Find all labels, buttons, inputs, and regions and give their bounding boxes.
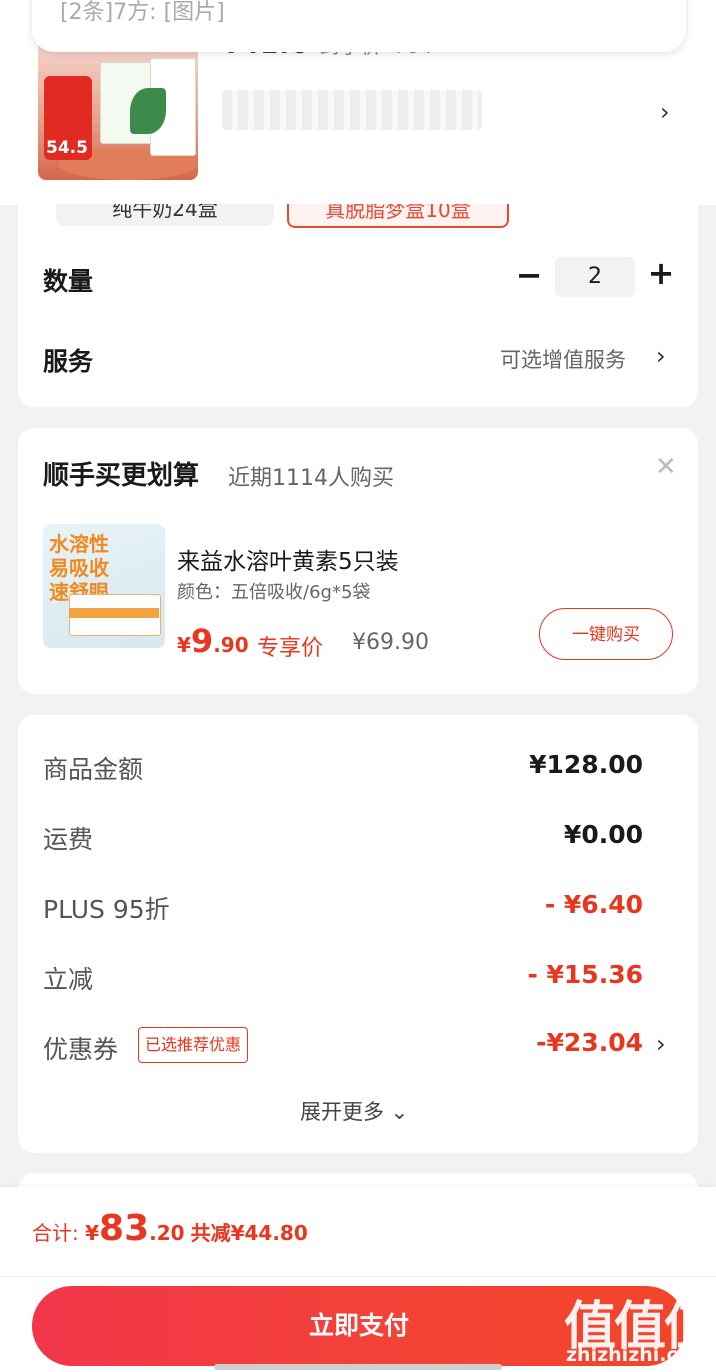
one-click-buy-button[interactable]: 一键购买 <box>539 608 673 660</box>
recommendation-subtitle: 近期1114人购买 <box>228 466 394 491</box>
chevron-right-icon[interactable]: › <box>660 98 670 126</box>
chevron-right-icon[interactable]: › <box>656 1030 666 1058</box>
home-indicator[interactable] <box>214 1364 502 1370</box>
instant-discount-value: - ¥15.36 <box>527 960 643 989</box>
total-decimal: .20 <box>149 1221 185 1245</box>
image-badge-price: 54.5 <box>46 138 88 158</box>
leaf-image <box>130 88 166 134</box>
coupon-label: 优惠券 <box>43 1035 119 1064</box>
price-decimal: .90 <box>213 633 249 657</box>
product-image[interactable]: 54.5 <box>38 38 198 180</box>
shipping-label: 运费 <box>43 825 94 854</box>
coupon-value[interactable]: -¥23.04 <box>536 1028 643 1057</box>
order-total: 合计: ¥83.20 共减¥44.80 <box>32 1208 308 1249</box>
recommended-product-variant: 颜色：五倍吸收/6g*5袋 <box>177 582 371 603</box>
expand-more-button[interactable]: 展开更多 ⌄ <box>300 1096 408 1126</box>
divider <box>0 1276 716 1277</box>
service-label: 服务 <box>43 347 94 376</box>
recommended-product-image[interactable]: 水溶性 易吸收 速舒眼 <box>43 524 165 648</box>
original-price: ¥69.90 <box>352 630 429 655</box>
price-integer: 9 <box>190 622 214 660</box>
chevron-right-icon[interactable]: › <box>656 342 666 370</box>
watermark-url: zhizhizhi.com <box>566 1344 711 1366</box>
total-integer: 83 <box>99 1208 150 1249</box>
coupon-status-badge[interactable]: 已选推荐优惠 <box>138 1027 249 1063</box>
quantity-label: 数量 <box>43 267 94 296</box>
quantity-input[interactable]: 2 <box>555 257 635 297</box>
total-saved: 共减¥44.80 <box>190 1221 308 1245</box>
quantity-increase-button[interactable]: + <box>646 254 676 292</box>
plus-discount-label: PLUS 95折 <box>43 895 170 924</box>
order-options-card <box>18 205 698 407</box>
plus-discount-value: - ¥6.40 <box>544 890 643 919</box>
subtotal-label: 商品金额 <box>43 755 144 784</box>
recommended-product-name[interactable]: 来益水溶叶黄素5只装 <box>177 542 399 576</box>
service-option-link[interactable]: 可选增值服务 <box>500 344 626 374</box>
close-icon[interactable]: ✕ <box>655 452 677 482</box>
exclusive-price-tag: 专享价 <box>257 636 324 661</box>
subtotal-value: ¥128.00 <box>529 750 643 779</box>
total-label: 合计: <box>32 1221 86 1245</box>
product-title-blurred <box>222 90 482 130</box>
shipping-value: ¥0.00 <box>563 820 643 849</box>
notification-text: [2条]7方: [图片] <box>60 0 225 25</box>
price-symbol: ¥ <box>177 633 191 657</box>
instant-discount-label: 立减 <box>43 965 94 994</box>
total-symbol: ¥ <box>85 1221 100 1245</box>
quantity-decrease-button[interactable]: − <box>512 256 546 294</box>
recommendation-title: 顺手买更划算 <box>43 461 200 491</box>
recommended-pack-stripe <box>69 608 159 618</box>
recommended-product-price: ¥9.90 <box>177 622 249 660</box>
